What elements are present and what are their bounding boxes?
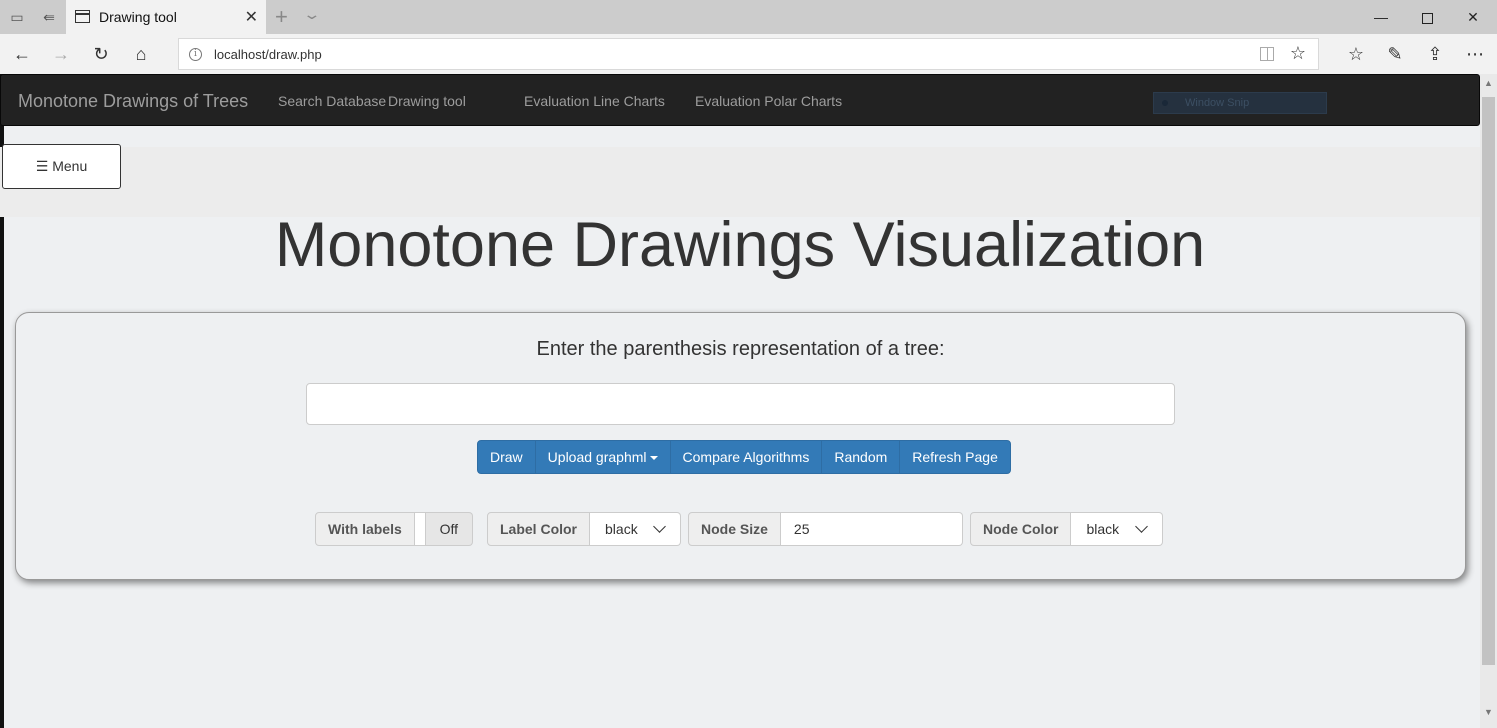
node-color-label: Node Color	[970, 512, 1072, 546]
web-note-pen-icon[interactable]: ✎	[1383, 42, 1407, 66]
scroll-up-icon[interactable]: ▲	[1484, 78, 1493, 88]
page-favicon-icon	[75, 10, 90, 23]
node-color-select[interactable]: black	[1071, 512, 1164, 546]
chevron-down-icon	[1135, 520, 1149, 533]
browser-titlebar: ▭ ⇚ Drawing tool ✕ + ⌄ — ✕	[0, 0, 1497, 34]
tree-representation-input[interactable]	[306, 383, 1175, 425]
compare-algorithms-button[interactable]: Compare Algorithms	[669, 440, 823, 474]
toggle-knob	[414, 513, 426, 545]
back-arrow-icon[interactable]: ←	[10, 42, 34, 66]
upload-graphml-button[interactable]: Upload graphml	[534, 440, 671, 474]
page-viewport: Monotone Drawings of Trees Search Databa…	[0, 74, 1497, 728]
action-button-group: Draw Upload graphml Compare Algorithms R…	[477, 440, 1011, 474]
favorites-hub-icon[interactable]: ☆	[1344, 42, 1368, 66]
dropdown-caret-icon	[649, 456, 658, 461]
close-tab-icon[interactable]: ✕	[245, 7, 258, 27]
snip-label: Window Snip	[1185, 97, 1250, 109]
maximize-window-button[interactable]	[1404, 0, 1450, 34]
window-snip-overlay: Window Snip	[1153, 92, 1327, 114]
random-button[interactable]: Random	[821, 440, 901, 474]
upload-graphml-label: Upload graphml	[547, 449, 647, 465]
browser-tab[interactable]: Drawing tool ✕	[66, 0, 266, 34]
nav-link-drawing-tool[interactable]: Drawing tool	[388, 93, 466, 109]
with-labels-option: With labels Off	[315, 512, 473, 546]
more-options-icon[interactable]: ⋯	[1463, 42, 1487, 66]
vertical-scrollbar[interactable]: ▲ ▼	[1480, 74, 1497, 728]
reading-view-icon[interactable]	[1260, 47, 1274, 61]
maximize-icon	[1421, 12, 1433, 24]
with-labels-label: With labels	[315, 512, 415, 546]
forward-arrow-icon[interactable]: →	[49, 42, 73, 66]
scroll-thumb[interactable]	[1482, 97, 1495, 665]
nav-link-search-database[interactable]: Search Database	[278, 93, 386, 109]
nav-link-evaluation-polar-charts[interactable]: Evaluation Polar Charts	[695, 93, 842, 109]
toggle-state: Off	[439, 521, 458, 537]
browser-toolbar: ← → ↻ ⌂ i localhost/draw.php ☆ ☆ ✎ ⇪ ⋯	[0, 34, 1497, 74]
refresh-icon[interactable]: ↻	[89, 42, 113, 66]
site-info-icon[interactable]: i	[189, 48, 202, 61]
label-color-label: Label Color	[487, 512, 591, 546]
node-size-input[interactable]: 25	[780, 512, 963, 546]
node-color-value: black	[1086, 521, 1120, 537]
nav-link-evaluation-line-charts[interactable]: Evaluation Line Charts	[524, 93, 665, 109]
node-size-option: Node Size 25	[688, 512, 963, 546]
tree-input-prompt: Enter the parenthesis representation of …	[536, 338, 945, 360]
favorite-star-icon[interactable]: ☆	[1290, 43, 1306, 64]
site-brand[interactable]: Monotone Drawings of Trees	[18, 91, 248, 112]
scroll-down-icon[interactable]: ▼	[1484, 707, 1493, 717]
hero-band	[0, 147, 1480, 217]
tree-input-panel: Enter the parenthesis representation of …	[15, 312, 1466, 580]
address-bar[interactable]: i localhost/draw.php ☆	[178, 38, 1319, 70]
minimize-window-button[interactable]: —	[1358, 0, 1404, 34]
tab-title: Drawing tool	[99, 9, 177, 25]
tab-preview-icon[interactable]: ⇚	[40, 8, 58, 26]
label-color-option: Label Color black	[487, 512, 682, 546]
share-icon[interactable]: ⇪	[1423, 42, 1447, 66]
label-color-select[interactable]: black	[590, 512, 682, 546]
snip-dot-icon	[1162, 100, 1168, 106]
refresh-page-button[interactable]: Refresh Page	[899, 440, 1011, 474]
chevron-down-icon	[653, 520, 666, 533]
address-url[interactable]: localhost/draw.php	[214, 47, 322, 62]
with-labels-toggle[interactable]: Off	[414, 512, 473, 546]
tab-list-chevron-icon[interactable]: ⌄	[302, 6, 321, 23]
tab-set-aside-icon[interactable]: ▭	[8, 8, 26, 26]
page-title: Monotone Drawings Visualization	[274, 210, 1206, 280]
node-size-label: Node Size	[688, 512, 781, 546]
node-color-option: Node Color black	[970, 512, 1164, 546]
home-icon[interactable]: ⌂	[129, 42, 153, 66]
draw-button[interactable]: Draw	[477, 440, 536, 474]
label-color-value: black	[605, 521, 638, 537]
new-tab-icon[interactable]: +	[275, 4, 288, 30]
close-window-button[interactable]: ✕	[1450, 0, 1496, 34]
site-navbar: Monotone Drawings of Trees Search Databa…	[0, 74, 1480, 126]
menu-button[interactable]: ☰ Menu	[2, 144, 121, 189]
